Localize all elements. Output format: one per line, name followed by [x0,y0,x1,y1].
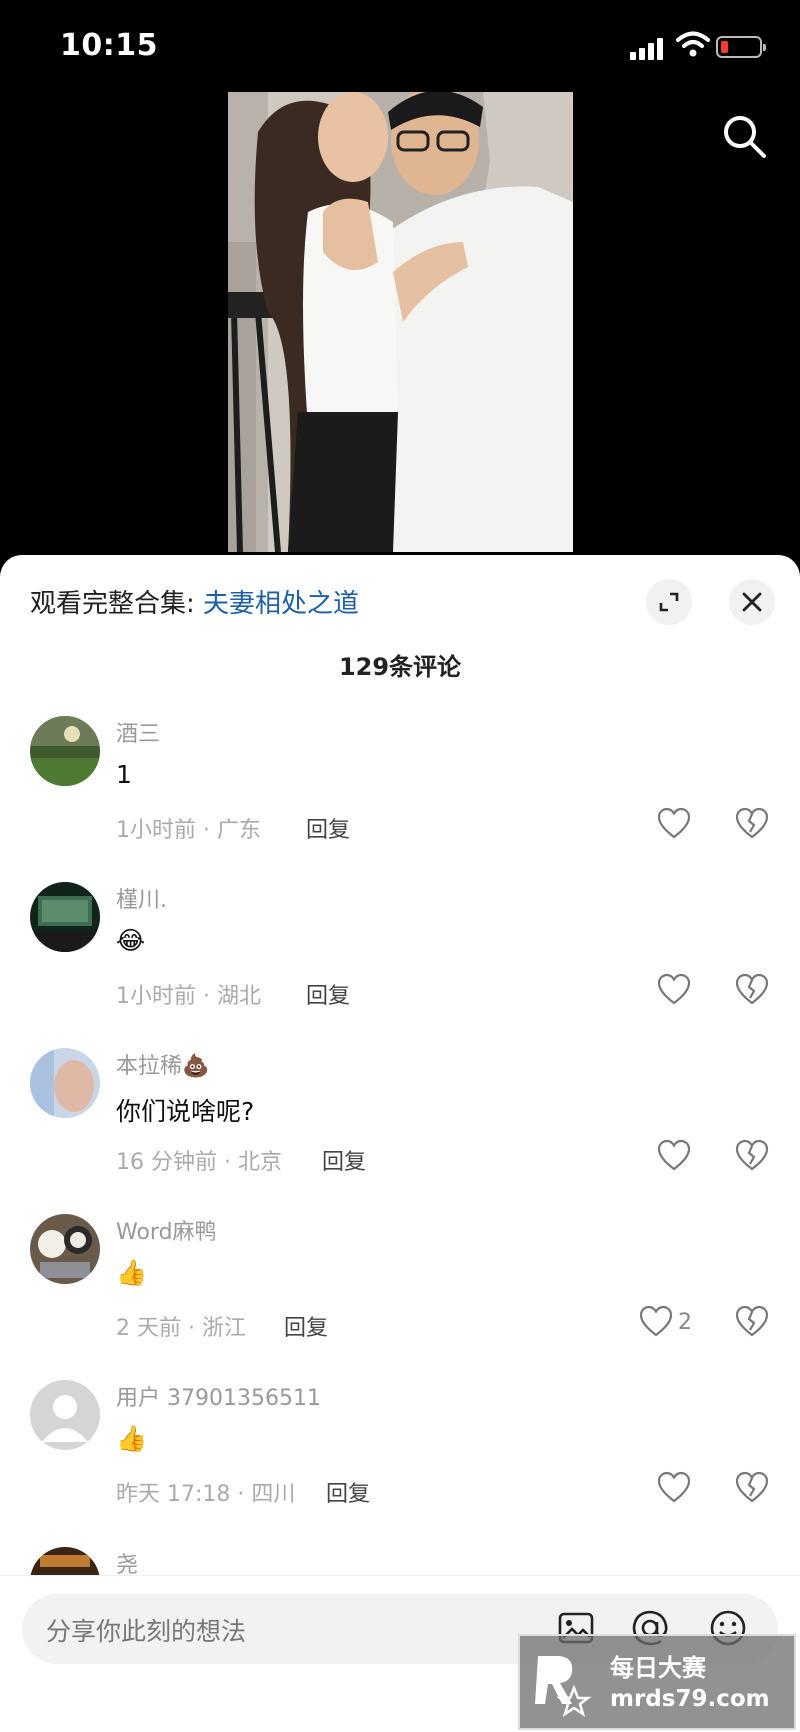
battery-icon [716,36,766,58]
comment-author[interactable]: 酒三 [116,716,160,748]
status-bar: 10:15 [0,0,800,96]
watermark-url: mrds79.com [610,1686,770,1712]
avatar[interactable] [30,882,100,952]
comment-item: 用户 37901356511 👍 昨天 17:18 · 四川 回复 [0,1380,800,1540]
comment-text: 你们说啥呢? [116,1097,255,1126]
comment-input-placeholder: 分享你此刻的想法 [46,1617,247,1646]
avatar[interactable] [30,1380,100,1450]
close-button[interactable] [729,579,775,625]
like-button[interactable] [656,806,696,842]
expand-button[interactable] [646,579,692,625]
status-time: 10:15 [60,28,158,63]
watermark: 每日大赛 mrds79.com [518,1634,796,1730]
expand-icon [659,592,679,612]
like-button[interactable] [656,972,696,1008]
collection-prefix: 观看完整合集: [30,589,204,619]
dislike-button[interactable] [734,1138,770,1174]
avatar[interactable] [30,1214,100,1284]
like-button[interactable]: 2 [638,1304,692,1340]
reply-button[interactable]: 回复 [306,812,350,844]
comment-author[interactable]: 尧 [116,1547,138,1575]
comment-author[interactable]: 用户 37901356511 [116,1380,321,1412]
comment-meta: 16 分钟前 · 北京 [116,1150,282,1175]
comment-meta: 1小时前 · 湖北 [116,984,261,1009]
comment-count: 129条评论 [338,653,462,681]
reply-button[interactable]: 回复 [284,1310,328,1342]
heart-icon [657,1139,691,1171]
comment-text: 1 [116,760,132,789]
broken-heart-icon [735,1139,769,1171]
avatar[interactable] [30,716,100,786]
like-button[interactable] [656,1470,696,1506]
comment-item: 槿川. 😂 1小时前 · 湖北 回复 [0,882,800,1042]
comment-author[interactable]: 槿川. [116,882,167,914]
like-count: 2 [678,1309,692,1335]
collection-header[interactable]: 观看完整合集: 夫妻相处之道 [30,583,359,620]
broken-heart-icon [735,807,769,839]
dislike-button[interactable] [734,806,770,842]
search-icon[interactable] [720,112,768,160]
comment-item: 酒三 1 1小时前 · 广东 回复 [0,716,800,876]
video-thumbnail [228,92,573,552]
heart-icon [657,807,691,839]
watermark-logo-icon [535,1656,592,1717]
avatar[interactable] [30,1547,100,1575]
like-button[interactable] [656,1138,696,1174]
comment-author[interactable]: 本拉稀💩 [116,1048,209,1080]
broken-heart-icon [735,1471,769,1503]
comment-text: 😂 [116,926,146,955]
watermark-title: 每日大赛 [610,1654,706,1682]
comment-item: 尧 [0,1547,800,1575]
close-icon [742,592,762,612]
collection-link[interactable]: 夫妻相处之道 [203,589,359,619]
video-frame[interactable] [228,92,573,552]
comment-meta: 昨天 17:18 · 四川 [116,1482,296,1507]
comment-text: 👍 [116,1424,148,1453]
comment-item: Word麻鸭 👍 2 天前 · 浙江 回复 2 [0,1214,800,1374]
reply-button[interactable]: 回复 [326,1476,370,1508]
wifi-icon [676,31,710,57]
broken-heart-icon [735,1305,769,1337]
comment-author[interactable]: Word麻鸭 [116,1214,217,1246]
comment-text: 👍 [116,1258,148,1287]
dislike-button[interactable] [734,1304,770,1340]
heart-icon [657,1471,691,1503]
comment-meta: 2 天前 · 浙江 [116,1316,246,1341]
comment-sheet: 观看完整合集: 夫妻相处之道 129条评论 酒三 1 1小时前 · 广东 回复 [0,555,800,1732]
comment-meta: 1小时前 · 广东 [116,818,261,843]
heart-icon [657,973,691,1005]
avatar[interactable] [30,1048,100,1118]
comment-item: 本拉稀💩 你们说啥呢? 16 分钟前 · 北京 回复 [0,1048,800,1208]
dislike-button[interactable] [734,972,770,1008]
reply-button[interactable]: 回复 [306,978,350,1010]
reply-button[interactable]: 回复 [322,1144,366,1176]
dislike-button[interactable] [734,1470,770,1506]
heart-icon [639,1305,673,1337]
broken-heart-icon [735,973,769,1005]
cellular-signal-icon [630,36,666,60]
